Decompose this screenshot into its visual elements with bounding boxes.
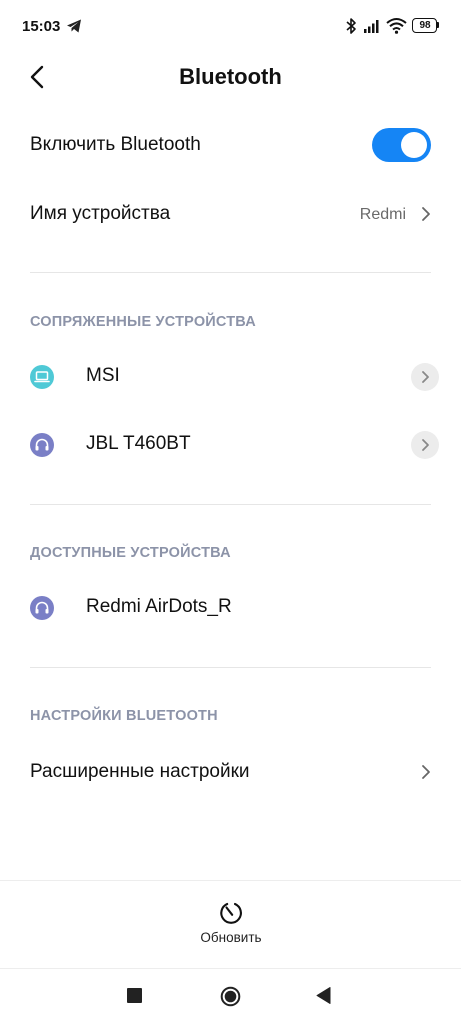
bluetooth-toggle[interactable]: [372, 128, 431, 162]
toggle-knob: [401, 132, 427, 158]
advanced-settings-label: Расширенные настройки: [30, 761, 250, 782]
wifi-icon: [386, 18, 407, 34]
device-name: JBL T460BT: [86, 433, 191, 454]
bluetooth-toggle-label: Включить Bluetooth: [30, 134, 201, 155]
device-name-label: Имя устройства: [30, 203, 171, 224]
page-title: Bluetooth: [179, 64, 282, 89]
chevron-right-icon: [422, 439, 429, 451]
recents-square-icon[interactable]: [127, 988, 142, 1003]
device-name: Redmi AirDots_R: [86, 596, 232, 617]
bluetooth-settings-header: НАСТРОЙКИ BLUETOOTH: [30, 708, 218, 724]
signal-icon: [364, 20, 379, 33]
status-time: 15:03: [22, 18, 61, 35]
home-circle-icon[interactable]: [220, 986, 241, 1007]
bluetooth-icon: [346, 18, 356, 34]
paired-device-row-jbl[interactable]: JBL T460BT: [0, 413, 461, 477]
telegram-icon: [67, 19, 81, 33]
device-name-row[interactable]: Имя устройства Redmi: [0, 186, 461, 242]
battery-indicator: 98: [412, 18, 440, 33]
device-details-button[interactable]: [411, 431, 439, 459]
device-details-button[interactable]: [411, 363, 439, 391]
chevron-right-icon: [422, 765, 430, 779]
refresh-icon: [220, 902, 242, 924]
advanced-settings-row[interactable]: Расширенные настройки: [0, 742, 461, 802]
available-device-row-airdots[interactable]: Redmi AirDots_R: [0, 576, 461, 640]
available-devices-header: ДОСТУПНЫЕ УСТРОЙСТВА: [30, 545, 231, 561]
status-bar: 15:03 98: [0, 0, 461, 52]
divider: [30, 667, 431, 668]
headset-icon: [30, 433, 54, 457]
paired-device-row-msi[interactable]: MSI: [0, 345, 461, 409]
chevron-right-icon: [422, 207, 430, 221]
device-name: MSI: [86, 365, 120, 386]
laptop-icon: [30, 365, 54, 389]
refresh-label: Обновить: [200, 930, 262, 945]
chevron-right-icon: [422, 371, 429, 383]
divider: [30, 504, 431, 505]
headset-icon: [30, 596, 54, 620]
divider: [30, 272, 431, 273]
battery-level: 98: [419, 20, 431, 31]
bottom-bar-divider: [0, 880, 461, 881]
device-name-value: Redmi: [359, 206, 406, 223]
nav-bar-divider: [0, 968, 461, 969]
paired-devices-header: СОПРЯЖЕННЫЕ УСТРОЙСТВА: [30, 314, 256, 330]
back-triangle-icon[interactable]: [315, 986, 332, 1005]
refresh-button[interactable]: Обновить: [180, 894, 282, 954]
